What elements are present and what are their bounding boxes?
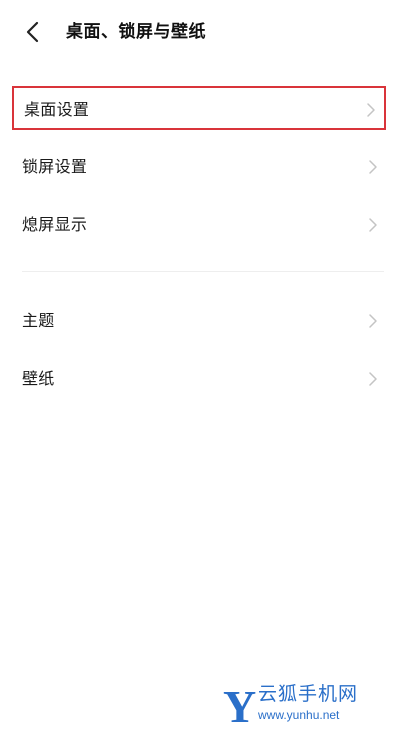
chevron-right-icon <box>368 159 378 175</box>
back-arrow-icon <box>22 18 48 46</box>
settings-item-theme[interactable]: 主题 <box>12 299 386 343</box>
chevron-right-icon <box>368 217 378 233</box>
watermark-site-url: www.yunhu.net <box>258 708 340 722</box>
settings-item-wallpaper[interactable]: 壁纸 <box>12 357 386 401</box>
settings-item-label: 壁纸 <box>22 369 55 388</box>
settings-item-lockscreen[interactable]: 锁屏设置 <box>12 145 386 189</box>
top-app-bar: 桌面、锁屏与壁纸 <box>0 0 400 64</box>
watermark-logo-letter: Y <box>223 681 256 730</box>
settings-item-always-on-display[interactable]: 熄屏显示 <box>12 203 386 247</box>
group-divider <box>22 271 384 272</box>
chevron-right-icon <box>366 102 376 118</box>
yunhu-logo-icon: Y <box>223 681 256 730</box>
settings-item-label: 主题 <box>22 311 55 330</box>
settings-item-label: 锁屏设置 <box>22 157 88 176</box>
settings-item-label: 桌面设置 <box>24 100 90 119</box>
back-button[interactable] <box>22 18 48 46</box>
settings-item-label: 熄屏显示 <box>22 215 88 234</box>
chevron-right-icon <box>368 313 378 329</box>
settings-item-desktop[interactable]: 桌面设置 <box>12 86 386 130</box>
watermark-site-name: 云狐手机网 <box>258 683 359 705</box>
site-watermark: Y 云狐手机网 www.yunhu.net <box>222 680 392 732</box>
page-title: 桌面、锁屏与壁纸 <box>66 22 206 42</box>
chevron-right-icon <box>368 371 378 387</box>
